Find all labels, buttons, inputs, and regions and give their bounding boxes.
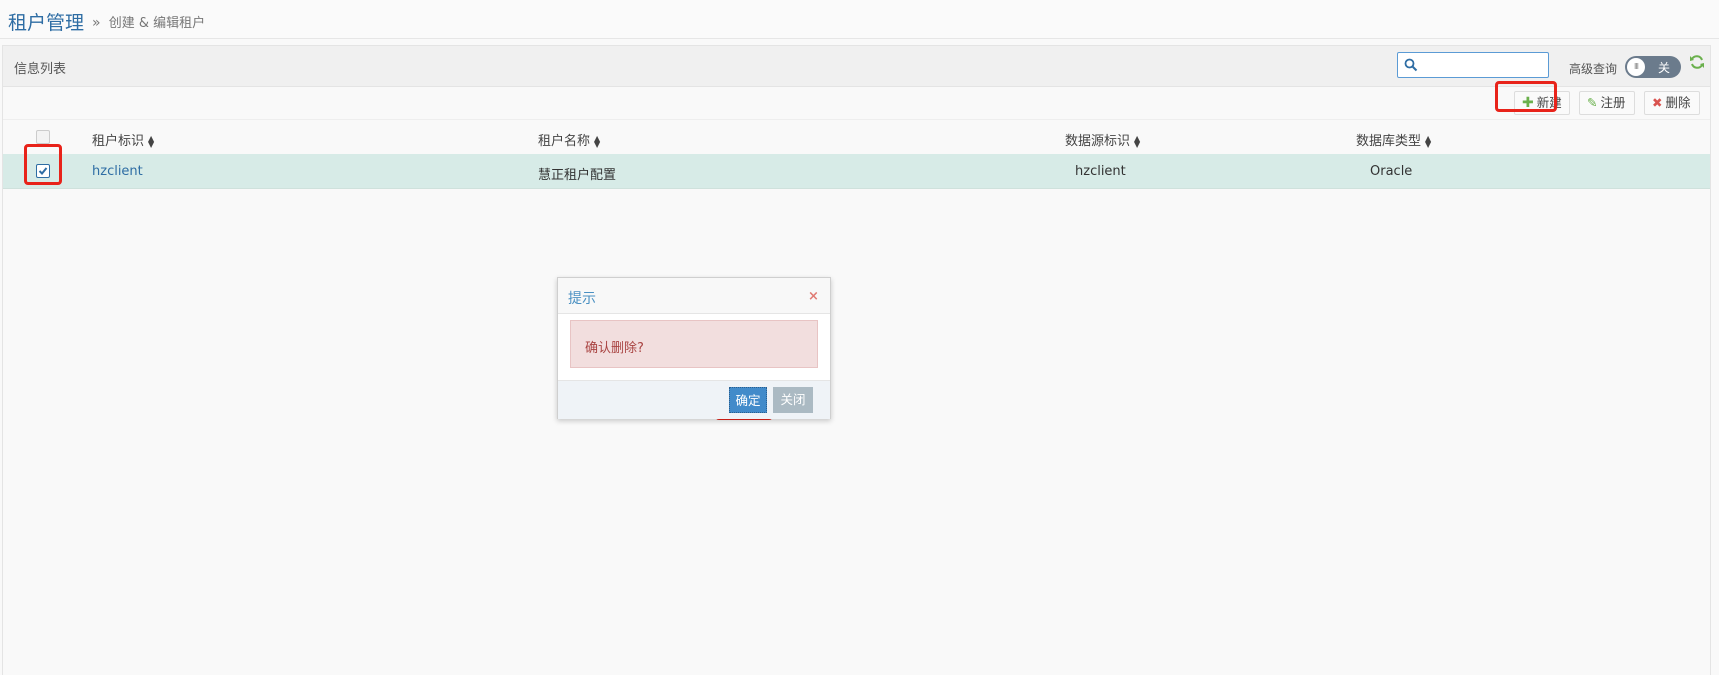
breadcrumb-separator: » <box>92 15 101 31</box>
panel-title: 信息列表 <box>14 62 67 77</box>
column-header-label: 租户标识 <box>92 134 145 149</box>
x-icon: ✖ <box>1652 95 1663 110</box>
delete-button[interactable]: ✖ 删除 <box>1644 91 1700 115</box>
register-button[interactable]: ✎ 注册 <box>1579 91 1635 115</box>
sort-icon: ▲ ▼ <box>1425 133 1432 149</box>
panel-heading: 信息列表 高级查询 III 关 <box>3 46 1710 87</box>
advanced-query-toggle[interactable]: III 关 <box>1625 56 1681 78</box>
search-box[interactable] <box>1397 52 1549 78</box>
select-all-checkbox[interactable] <box>36 130 50 144</box>
breadcrumb-current: 创建 & 编辑租户 <box>108 16 206 31</box>
sort-icon: ▲ ▼ <box>594 133 601 149</box>
page-title: 租户管理 <box>8 12 85 34</box>
column-header-label: 数据库类型 <box>1356 134 1422 149</box>
dialog-title: 提示 <box>568 291 596 307</box>
sort-icon: ▲ ▼ <box>1134 133 1141 149</box>
breadcrumb: » 创建 & 编辑租户 <box>92 12 205 31</box>
toggle-knob: III <box>1627 58 1645 76</box>
dialog-message: 确认删除? <box>585 341 644 356</box>
table-header: 租户标识 ▲ ▼ 租户名称 ▲ ▼ 数据源标识 ▲ ▼ 数据库类型 ▲ ▼ <box>3 119 1710 155</box>
page-header: 租户管理 » 创建 & 编辑租户 <box>0 0 1719 39</box>
search-icon <box>1404 58 1418 72</box>
cell-db-type: Oracle <box>1370 164 1413 179</box>
search-input[interactable] <box>1422 55 1542 75</box>
table-row[interactable]: hzclient 慧正租户配置 hzclient Oracle <box>3 154 1710 189</box>
column-header-tenant-id[interactable]: 租户标识 ▲ ▼ <box>92 130 154 149</box>
column-header-db-type[interactable]: 数据库类型 ▲ ▼ <box>1356 130 1431 149</box>
dialog-footer: 确定 关闭 <box>558 380 830 419</box>
register-button-label: 注册 <box>1600 95 1626 110</box>
toggle-state: 关 <box>1658 61 1671 75</box>
delete-button-highlight <box>1495 81 1557 112</box>
sort-icon: ▲ ▼ <box>148 133 155 149</box>
cell-tenant-name: 慧正租户配置 <box>538 168 617 183</box>
close-button[interactable]: 关闭 <box>773 387 813 413</box>
column-header-label: 数据源标识 <box>1065 134 1131 149</box>
delete-button-label: 删除 <box>1665 95 1691 110</box>
column-header-tenant-name[interactable]: 租户名称 ▲ ▼ <box>538 130 600 149</box>
toolbar: ✚ 新建 ✎ 注册 ✖ 删除 <box>3 87 1710 119</box>
dialog-header: 提示 × <box>558 278 830 314</box>
refresh-icon[interactable] <box>1689 54 1705 70</box>
row-checkbox-highlight <box>24 144 62 185</box>
confirm-dialog: 提示 × 确认删除? 确定 关闭 <box>557 277 831 419</box>
confirm-button[interactable]: 确定 <box>729 387 767 413</box>
dialog-alert: 确认删除? <box>570 320 818 368</box>
cell-datasource-id: hzclient <box>1075 164 1126 179</box>
column-header-label: 租户名称 <box>538 134 591 149</box>
cell-tenant-id[interactable]: hzclient <box>92 164 143 179</box>
info-list-panel: 信息列表 高级查询 III 关 ✚ 新建 ✎ 注册 ✖ 删除 租户标识 ▲ ▼ … <box>2 45 1711 675</box>
column-header-datasource-id[interactable]: 数据源标识 ▲ ▼ <box>1065 130 1140 149</box>
close-icon[interactable]: × <box>808 289 819 304</box>
pencil-icon: ✎ <box>1587 95 1598 110</box>
advanced-query-label: 高级查询 <box>1569 62 1618 76</box>
